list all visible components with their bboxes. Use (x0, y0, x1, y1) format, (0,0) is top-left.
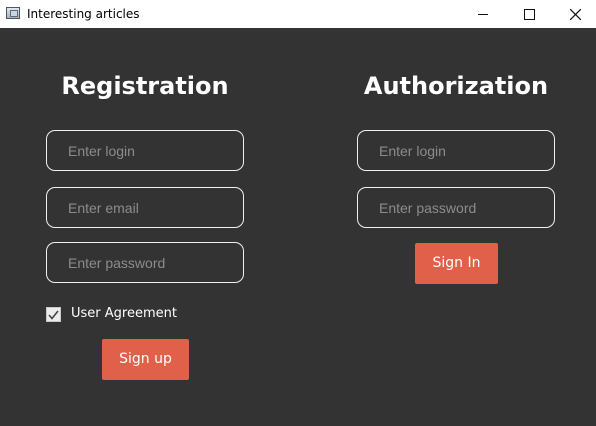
maximize-button[interactable] (506, 0, 552, 28)
authorization-heading: Authorization (363, 72, 549, 100)
registration-login-input[interactable] (46, 130, 244, 171)
registration-heading: Registration (61, 72, 229, 100)
registration-email-input[interactable] (46, 187, 244, 228)
user-agreement-checkbox[interactable] (46, 307, 61, 322)
close-button[interactable] (552, 0, 596, 28)
authorization-password-input[interactable] (357, 187, 555, 228)
authorization-login-input[interactable] (357, 130, 555, 171)
user-agreement-label: User Agreement (71, 306, 177, 321)
window-title: Interesting articles (27, 7, 140, 21)
checkmark-icon (48, 310, 59, 320)
main-content: Registration User Agreement Sign up Auth… (0, 28, 596, 426)
sign-in-button[interactable]: Sign In (415, 243, 498, 284)
sign-up-button[interactable]: Sign up (102, 339, 189, 380)
minimize-button[interactable] (460, 0, 506, 28)
minimize-icon (478, 13, 488, 15)
registration-password-input[interactable] (46, 242, 244, 283)
close-icon (569, 8, 581, 20)
maximize-icon (523, 8, 535, 20)
title-bar: Interesting articles (0, 0, 596, 28)
app-icon (6, 7, 20, 19)
